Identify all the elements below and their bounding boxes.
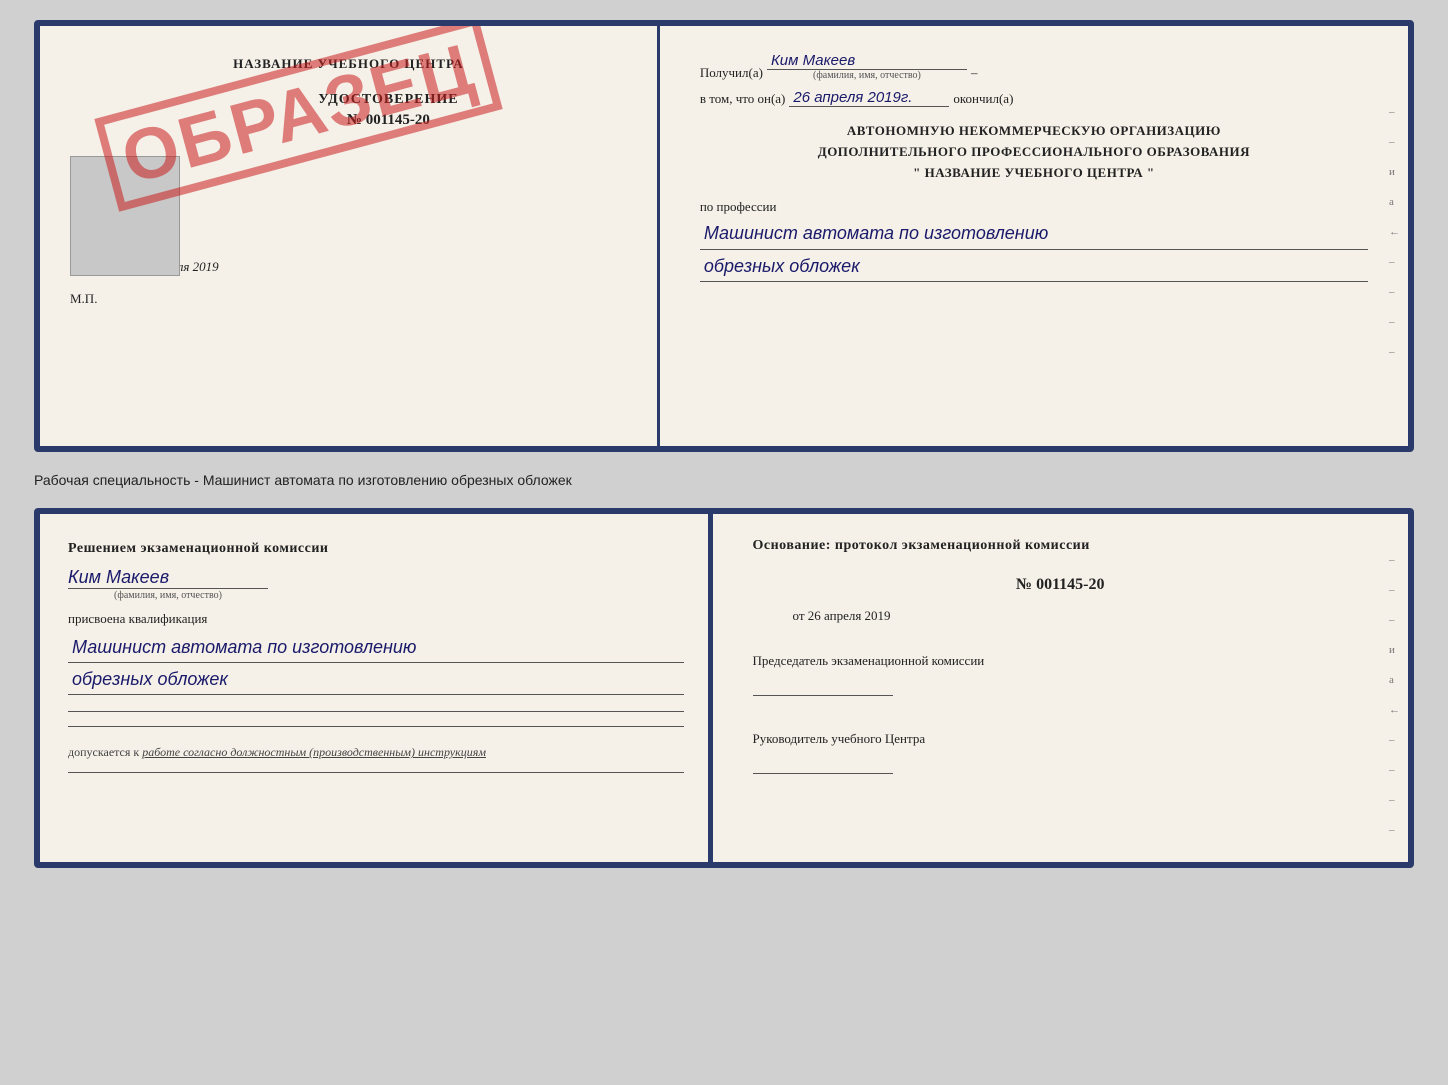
blank-line-1 [68,711,684,712]
top-right-page: Получил(а) Ким Макеев (фамилия, имя, отч… [660,26,1408,446]
profession-block: по профессии Машинист автомата по изгото… [700,199,1368,281]
poluchil-field: Ким Макеев (фамилия, имя, отчество) [767,52,967,81]
org-quote2: " [1147,165,1155,180]
vtom-date: 26 апреля 2019г. [789,89,949,107]
bottom-left-page: Решением экзаменационной комиссии Ким Ма… [40,514,710,862]
udostoverenie-number: № 001145-20 [347,112,430,129]
dopuskaetsya-block: допускается к работе согласно должностны… [68,745,684,760]
org-block: АВТОНОМНУЮ НЕКОММЕРЧЕСКУЮ ОРГАНИЗАЦИЮ ДО… [700,121,1368,183]
side-marks-top: – – и а ← – – – – [1389,106,1400,358]
komissia-fio-sub: (фамилия, имя, отчество) [68,588,268,601]
protocol-number: № 001145-20 [753,576,1369,594]
qualification-line1: Машинист автомата по изготовлению [68,633,684,663]
rukovoditel-signature-line [753,754,893,774]
side-marks-bottom: – – – и а ← – – – – [1389,554,1400,836]
osnovaniye-label: Основание: протокол экзаменационной коми… [753,538,1369,554]
org-line2: ДОПОЛНИТЕЛЬНОГО ПРОФЕССИОНАЛЬНОГО ОБРАЗО… [700,142,1368,163]
qualification-block: Машинист автомата по изготовлению обрезн… [68,633,684,695]
udostoverenie-block: УДОСТОВЕРЕНИЕ № 001145-20 [70,92,627,139]
profession-line2: обрезных обложек [700,252,1368,282]
poluchil-label: Получил(а) [700,65,763,81]
school-name-top: НАЗВАНИЕ УЧЕБНОГО ЦЕНТРА [70,56,627,72]
dash-label: – [971,65,978,81]
okonchil-label: окончил(а) [953,91,1013,107]
blank-line-3 [68,772,684,773]
ot-date-row: от 26 апреля 2019 [753,608,1369,624]
prisvoena-label: присвоена квалификация [68,611,684,627]
poluchil-value: Ким Макеев [767,52,967,70]
vtom-label: в том, что он(а) [700,91,786,107]
rukovoditel-label: Руководитель учебного Центра [753,730,1369,748]
org-quote1: " [913,165,921,180]
top-left-page: НАЗВАНИЕ УЧЕБНОГО ЦЕНТРА ОБРАЗЕЦ УДОСТОВ… [40,26,657,446]
profession-line1: Машинист автомата по изготовлению [700,219,1368,249]
vtom-row: в том, что он(а) 26 апреля 2019г. окончи… [700,89,1368,107]
blank-line-2 [68,726,684,727]
predsedatel-signature-line [753,676,893,696]
qualification-line2: обрезных обложек [68,665,684,695]
caption-row: Рабочая специальность - Машинист автомат… [34,468,1414,492]
komissia-name: Ким Макеев [68,567,684,588]
predsedatel-block: Председатель экзаменационной комиссии [753,652,1369,702]
poluchil-row: Получил(а) Ким Макеев (фамилия, имя, отч… [700,52,1368,81]
dopuskaetsya-label: допускается к [68,745,139,759]
caption-text: Рабочая специальность - Машинист автомат… [34,472,572,488]
predsedatel-label: Председатель экзаменационной комиссии [753,652,1369,670]
ot-label: от [793,608,805,623]
mp-label: М.П. [70,291,627,307]
rukovoditel-block: Руководитель учебного Центра [753,730,1369,780]
komissia-title: Решением экзаменационной комиссии [68,538,684,559]
bottom-right-page: Основание: протокол экзаменационной коми… [713,514,1409,862]
dopuskaetsya-text: работе согласно должностным (производств… [142,745,486,759]
po-professii-label: по профессии [700,199,1368,215]
org-name: НАЗВАНИЕ УЧЕБНОГО ЦЕНТРА [925,165,1144,180]
ot-date-value: 26 апреля 2019 [808,608,891,623]
org-line1: АВТОНОМНУЮ НЕКОММЕРЧЕСКУЮ ОРГАНИЗАЦИЮ [700,121,1368,142]
photo-placeholder [70,156,180,276]
org-name-row: " НАЗВАНИЕ УЧЕБНОГО ЦЕНТРА " [700,163,1368,184]
name-block: Ким Макеев (фамилия, имя, отчество) [68,567,684,601]
udostoverenie-title: УДОСТОВЕРЕНИЕ [318,92,458,108]
poluchil-sub: (фамилия, имя, отчество) [813,70,921,81]
bottom-document: Решением экзаменационной комиссии Ким Ма… [34,508,1414,868]
top-document: НАЗВАНИЕ УЧЕБНОГО ЦЕНТРА ОБРАЗЕЦ УДОСТОВ… [34,20,1414,452]
